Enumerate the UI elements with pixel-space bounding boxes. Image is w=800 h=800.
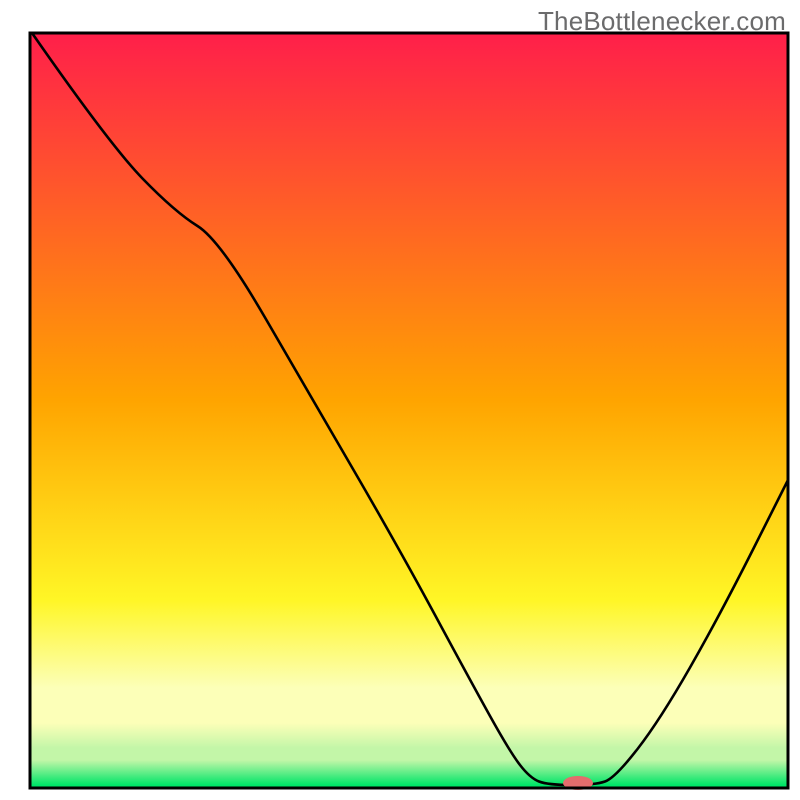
chart-stage: TheBottlenecker.com <box>0 0 800 800</box>
heat-gradient <box>30 33 788 788</box>
bottleneck-chart <box>0 0 800 800</box>
